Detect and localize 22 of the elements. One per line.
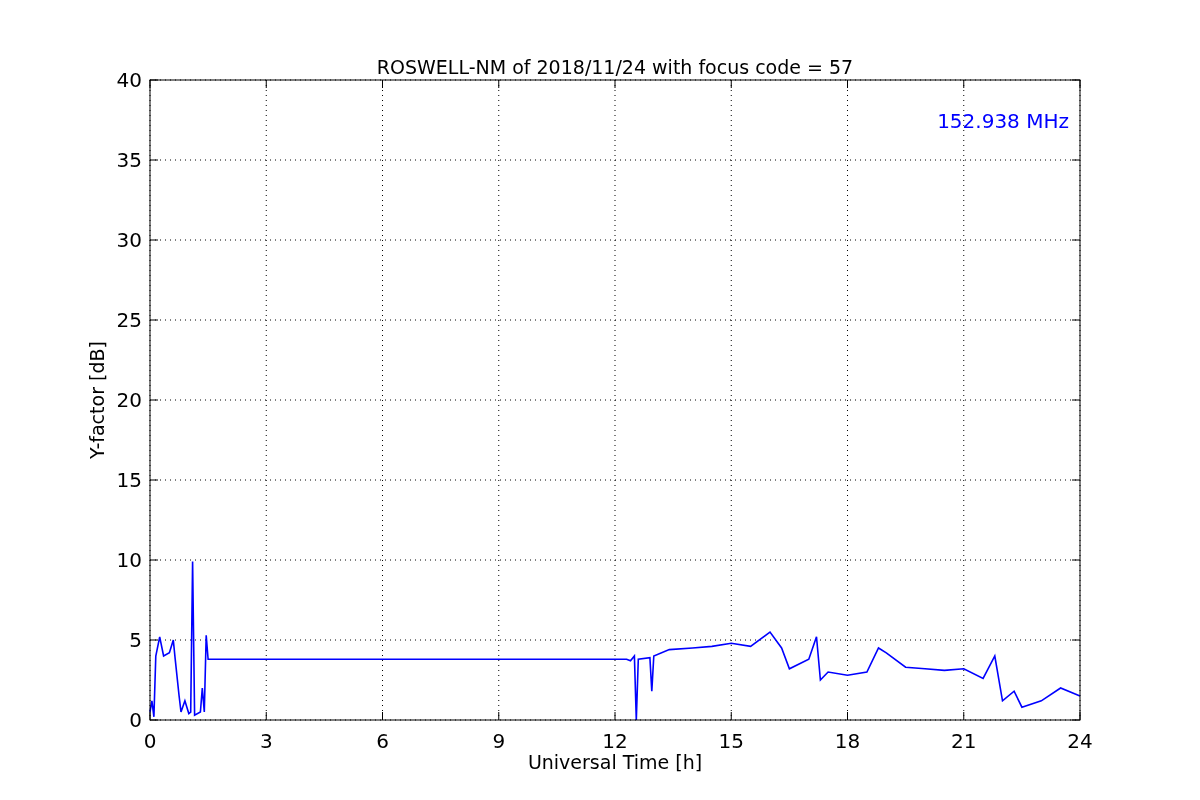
y-tick-label: 0 xyxy=(129,708,142,732)
x-tick-label: 6 xyxy=(376,729,389,753)
x-tick-label: 0 xyxy=(143,729,157,753)
y-axis-label: Y-factor [dB] xyxy=(86,341,108,459)
chart-title: ROSWELL-NM of 2018/11/24 with focus code = 57 xyxy=(376,56,854,78)
x-tick-label: 21 xyxy=(951,729,977,753)
x-tick-label: 15 xyxy=(718,729,744,753)
y-tick-label: 40 xyxy=(116,68,142,92)
y-tick-label: 25 xyxy=(116,308,142,332)
y-tick-label: 10 xyxy=(116,548,142,572)
y-tick-label: 5 xyxy=(129,628,142,652)
x-tick-label: 3 xyxy=(259,729,273,753)
y-tick-label: 35 xyxy=(116,148,142,172)
x-axis-label: Universal Time [h] xyxy=(527,751,703,773)
x-tick-label: 12 xyxy=(602,729,628,753)
x-tick-label: 24 xyxy=(1067,729,1093,753)
y-tick-label: 30 xyxy=(116,228,142,252)
x-tick-label: 9 xyxy=(492,729,506,753)
x-tick-label: 18 xyxy=(834,729,861,753)
y-tick-label: 20 xyxy=(116,388,142,412)
frequency-annotation: 152.938 MHz xyxy=(937,109,1069,133)
y-tick-label: 15 xyxy=(116,468,142,492)
